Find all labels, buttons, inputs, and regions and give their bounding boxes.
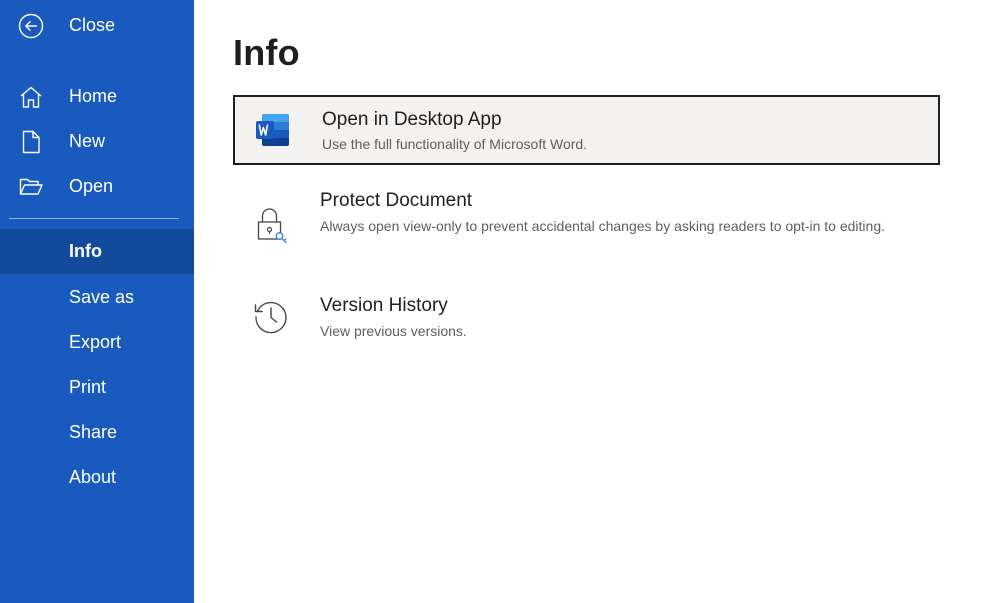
- card-title: Version History: [320, 295, 448, 316]
- page-title: Info: [233, 32, 300, 73]
- sidebar-item-label: About: [69, 467, 117, 487]
- card-description: Use the full functionality of Microsoft …: [322, 136, 588, 152]
- sidebar-item-label: Print: [69, 377, 107, 397]
- home-icon: [17, 83, 45, 111]
- sidebar-item-new[interactable]: New: [0, 119, 194, 164]
- card-title: Protect Document: [320, 190, 473, 211]
- close-button[interactable]: Close: [0, 3, 194, 48]
- open-in-desktop-app-button[interactable]: Open in Desktop App Use the full functio…: [233, 95, 940, 165]
- card-description: View previous versions.: [320, 323, 467, 339]
- card-title: Open in Desktop App: [322, 109, 502, 130]
- sidebar-item-print[interactable]: Print: [0, 365, 194, 410]
- sidebar-item-about[interactable]: About: [0, 455, 194, 500]
- card-description: Always open view-only to prevent acciden…: [320, 218, 885, 234]
- folder-open-icon: [17, 173, 45, 201]
- sidebar-item-export[interactable]: Export: [0, 320, 194, 365]
- sidebar-item-label: New: [69, 131, 106, 151]
- close-label: Close: [69, 15, 116, 35]
- sidebar-item-open[interactable]: Open: [0, 164, 194, 209]
- sidebar-item-home[interactable]: Home: [0, 74, 194, 119]
- lock-key-icon: [251, 205, 291, 245]
- word-app-icon: [253, 110, 293, 150]
- sidebar-item-label: Share: [69, 422, 118, 442]
- sidebar: Close Home New Open Info Save as Export …: [0, 0, 194, 603]
- new-document-icon: [17, 128, 45, 156]
- version-history-button[interactable]: Version History View previous versions.: [233, 285, 940, 350]
- protect-document-button[interactable]: Protect Document Always open view-only t…: [233, 180, 940, 270]
- sidebar-item-label: Home: [69, 86, 118, 106]
- sidebar-item-info[interactable]: Info: [0, 229, 194, 274]
- sidebar-item-label: Save as: [69, 287, 135, 307]
- sidebar-item-save-as[interactable]: Save as: [0, 275, 194, 320]
- back-arrow-icon: [17, 12, 45, 40]
- main-content: Info Open in Desktop App Use the full fu…: [194, 0, 1003, 603]
- sidebar-divider: [9, 218, 179, 219]
- history-icon: [251, 297, 291, 337]
- sidebar-item-label: Info: [69, 241, 102, 261]
- sidebar-item-label: Export: [69, 332, 122, 352]
- sidebar-item-label: Open: [69, 176, 114, 196]
- sidebar-item-share[interactable]: Share: [0, 410, 194, 455]
